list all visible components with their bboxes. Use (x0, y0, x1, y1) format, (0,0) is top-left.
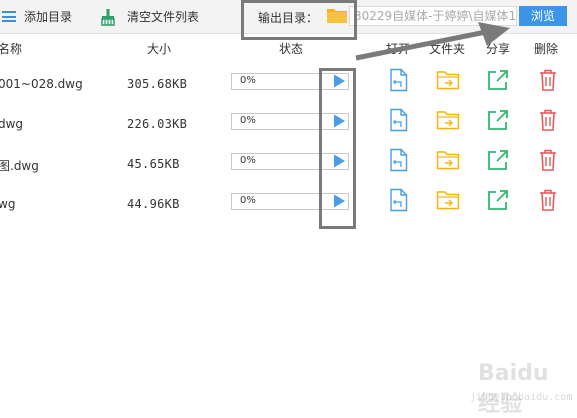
open-folder-button[interactable] (436, 188, 460, 212)
file-open-icon (390, 148, 408, 172)
column-header-status: 状态 (279, 42, 304, 56)
delete-button[interactable] (536, 148, 560, 172)
file-row: wg 44.96KB 0% (0, 185, 577, 225)
trash-icon (540, 69, 556, 91)
add-directory-label: 添加目录 (24, 10, 73, 24)
delete-button[interactable] (536, 108, 560, 132)
open-file-button[interactable] (387, 188, 411, 212)
file-size: 226.03KB (127, 117, 188, 131)
file-name: dwg (0, 117, 24, 131)
browse-button[interactable]: 浏览 (519, 6, 567, 26)
list-icon (2, 11, 16, 22)
add-directory-button[interactable]: 添加目录 (2, 0, 72, 33)
share-button[interactable] (486, 68, 510, 92)
share-icon (488, 110, 508, 130)
open-file-button[interactable] (387, 148, 411, 172)
file-name: 图.dwg (0, 159, 39, 173)
watermark-url: jingyan.baidu.com (470, 392, 573, 403)
column-header-share: 分享 (486, 42, 511, 56)
trash-icon (540, 189, 556, 211)
file-open-icon (390, 68, 408, 92)
clear-list-button[interactable]: 清空文件列表 (99, 0, 199, 33)
share-button[interactable] (486, 148, 510, 172)
file-open-icon (390, 188, 408, 212)
output-dir-highlight (241, 0, 357, 40)
folder-arrow-icon (436, 151, 460, 170)
progress-text: 0% (240, 75, 256, 86)
file-name: wg (0, 197, 16, 211)
column-header-delete: 删除 (534, 42, 559, 56)
open-file-button[interactable] (387, 108, 411, 132)
share-button[interactable] (486, 188, 510, 212)
folder-arrow-icon (436, 71, 460, 90)
trash-icon (540, 149, 556, 171)
folder-arrow-icon (436, 191, 460, 210)
column-header-open: 打开 (386, 42, 411, 56)
play-column-highlight (319, 68, 356, 229)
share-icon (488, 70, 508, 90)
progress-text: 0% (240, 155, 256, 166)
open-folder-button[interactable] (436, 108, 460, 132)
column-header-name: 名称 (0, 42, 23, 56)
folder-arrow-icon (436, 111, 460, 130)
broom-icon (101, 8, 115, 26)
file-row: 图.dwg 45.65KB 0% (0, 145, 577, 185)
file-open-icon (390, 108, 408, 132)
open-folder-button[interactable] (436, 148, 460, 172)
watermark-logo: Baidu 经验 (478, 361, 549, 417)
trash-icon (540, 109, 556, 131)
file-size: 45.65KB (127, 157, 180, 171)
share-icon (488, 190, 508, 210)
clear-list-label: 清空文件列表 (127, 10, 200, 24)
file-size: 44.96KB (127, 197, 180, 211)
progress-text: 0% (240, 115, 256, 126)
column-header-folder: 文件夹 (429, 42, 466, 56)
file-size: 305.68KB (127, 77, 188, 91)
file-row: 001~028.dwg 305.68KB 0% (0, 65, 577, 105)
share-icon (488, 150, 508, 170)
output-path-input[interactable]: 30229自媒体-于婷婷\自媒体1 (349, 6, 517, 26)
file-row: dwg 226.03KB 0% (0, 105, 577, 145)
delete-button[interactable] (536, 68, 560, 92)
open-folder-button[interactable] (436, 68, 460, 92)
progress-text: 0% (240, 195, 256, 206)
share-button[interactable] (486, 108, 510, 132)
open-file-button[interactable] (387, 68, 411, 92)
file-name: 001~028.dwg (0, 77, 83, 91)
column-header-size: 大小 (147, 42, 172, 56)
delete-button[interactable] (536, 188, 560, 212)
